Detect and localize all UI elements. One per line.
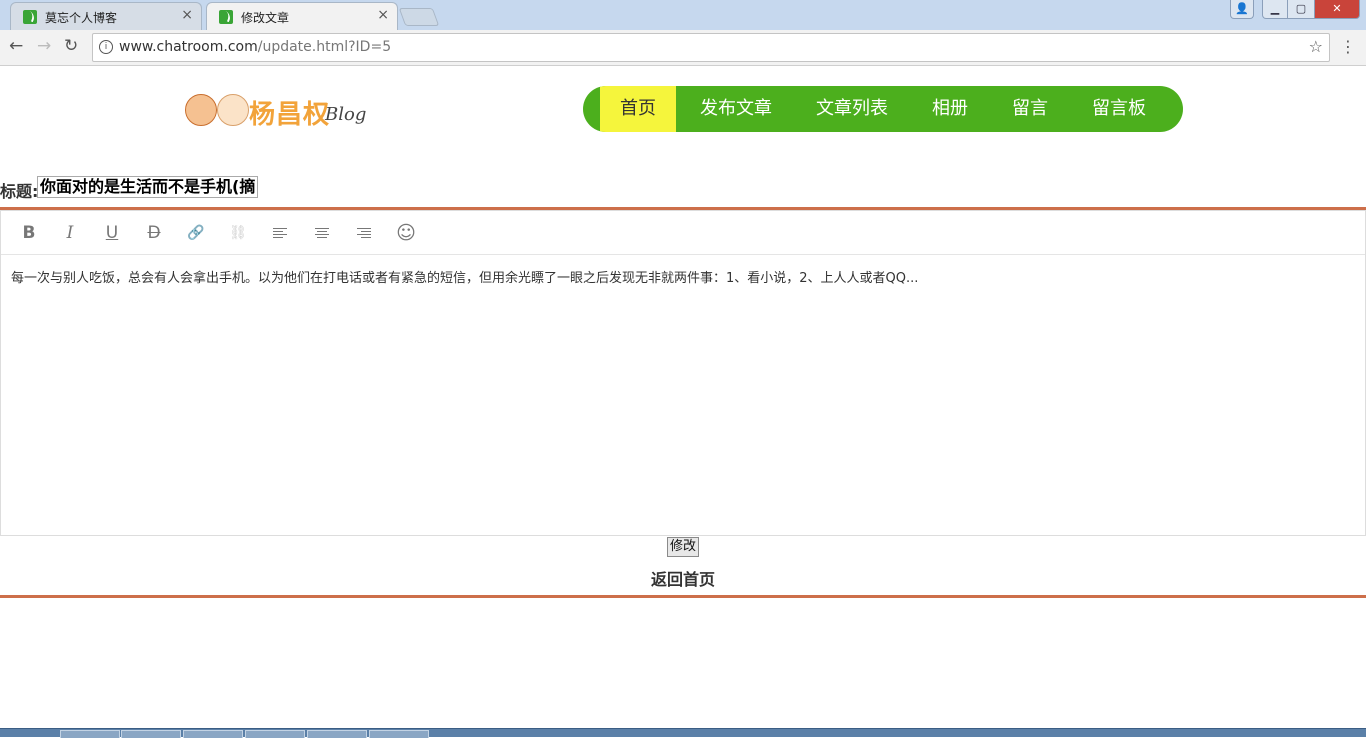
close-icon: ✕ <box>1332 2 1342 15</box>
unlink-icon[interactable]: ⛓ <box>227 222 249 244</box>
site-logo[interactable]: 杨昌权 Blog <box>185 86 367 132</box>
underline-icon[interactable]: U <box>101 222 123 244</box>
tab-title: 修改文章 <box>241 11 290 25</box>
taskbar-button[interactable] <box>307 730 367 738</box>
taskbar-button[interactable] <box>245 730 305 738</box>
url-path: /update.html?ID=5 <box>257 39 392 55</box>
window-close-button[interactable]: ✕ <box>1314 0 1360 19</box>
align-lines <box>357 228 371 240</box>
mascot-icon <box>185 94 217 126</box>
emoji-icon[interactable]: ☺ <box>395 222 417 244</box>
browser-toolbar: ← → ↻ i www.chatroom.com/update.html?ID=… <box>0 30 1366 66</box>
logo-text: 杨昌权 <box>249 100 331 130</box>
taskbar-button[interactable] <box>60 730 120 738</box>
forward-arrow-icon[interactable]: → <box>37 36 51 56</box>
window-user-button[interactable]: 👤 <box>1230 0 1254 19</box>
align-left-icon[interactable] <box>269 222 291 244</box>
browser-tabstrip: 莫忘个人博客 × 修改文章 × 👤 ▁ ▢ ✕ <box>0 0 1366 31</box>
back-home-link[interactable]: 返回首页 <box>651 566 715 590</box>
update-button[interactable]: 修改 <box>667 537 700 557</box>
site-favicon-icon <box>219 10 233 24</box>
align-right-icon[interactable] <box>353 222 375 244</box>
new-tab-button[interactable] <box>398 8 440 26</box>
align-lines <box>315 228 329 240</box>
strikethrough-icon[interactable]: D <box>143 222 165 244</box>
rich-text-editor: B I U D 🔗 ⛓ ☺ 每一次与别人吃饭，总会有人会拿出手机。以为他们在打电… <box>0 210 1366 536</box>
nav-item-article-list[interactable]: 文章列表 <box>802 86 902 132</box>
nav-item-home[interactable]: 首页 <box>600 86 676 132</box>
info-icon[interactable]: i <box>99 40 113 54</box>
user-icon: 👤 <box>1235 2 1249 15</box>
title-input[interactable]: 你面对的是生活而不是手机(摘 <box>37 176 258 198</box>
taskbar-button[interactable] <box>121 730 181 738</box>
minimize-icon: ▁ <box>1270 2 1280 15</box>
link-icon[interactable]: 🔗 <box>185 222 207 244</box>
window-minimize-button[interactable]: ▁ <box>1262 0 1288 19</box>
bookmark-star-icon[interactable]: ☆ <box>1309 37 1323 56</box>
reload-icon[interactable]: ↻ <box>64 36 78 56</box>
nav-item-publish[interactable]: 发布文章 <box>686 86 786 132</box>
maximize-icon: ▢ <box>1295 2 1307 15</box>
bold-icon[interactable]: B <box>18 222 40 244</box>
italic-icon[interactable]: I <box>59 222 81 244</box>
tab-close-icon[interactable]: × <box>181 7 193 23</box>
tab-close-icon[interactable]: × <box>377 7 389 23</box>
title-label: 标题: <box>0 182 39 201</box>
tab-title: 莫忘个人博客 <box>45 11 118 25</box>
editor-content[interactable]: 每一次与别人吃饭，总会有人会拿出手机。以为他们在打电话或者有紧急的短信，但用余光… <box>11 267 1355 286</box>
url-host: www.chatroom.com <box>119 39 258 55</box>
site-favicon-icon <box>23 10 37 24</box>
url-text[interactable]: www.chatroom.com/update.html?ID=5 <box>119 39 391 55</box>
mascot-icon <box>217 94 249 126</box>
logo-blog-text: Blog <box>325 104 367 125</box>
nav-item-album[interactable]: 相册 <box>918 86 982 132</box>
back-arrow-icon[interactable]: ← <box>9 36 23 56</box>
editor-toolbar: B I U D 🔗 ⛓ ☺ <box>1 211 1365 255</box>
window-maximize-button[interactable]: ▢ <box>1287 0 1315 19</box>
align-lines <box>273 228 287 240</box>
nav-item-message[interactable]: 留言 <box>998 86 1062 132</box>
address-bar[interactable]: i www.chatroom.com/update.html?ID=5 ☆ <box>92 33 1330 62</box>
align-center-icon[interactable] <box>311 222 333 244</box>
main-nav: 首页 发布文章 文章列表 相册 留言 留言板 <box>583 86 1183 132</box>
browser-menu-icon[interactable]: ⋮ <box>1340 37 1356 56</box>
tab-edit-article[interactable]: 修改文章 × <box>206 2 398 31</box>
nav-item-message-board[interactable]: 留言板 <box>1078 86 1160 132</box>
taskbar-button[interactable] <box>369 730 429 738</box>
tab-blog-home[interactable]: 莫忘个人博客 × <box>10 2 202 31</box>
divider-bottom <box>0 595 1366 598</box>
taskbar-button[interactable] <box>183 730 243 738</box>
